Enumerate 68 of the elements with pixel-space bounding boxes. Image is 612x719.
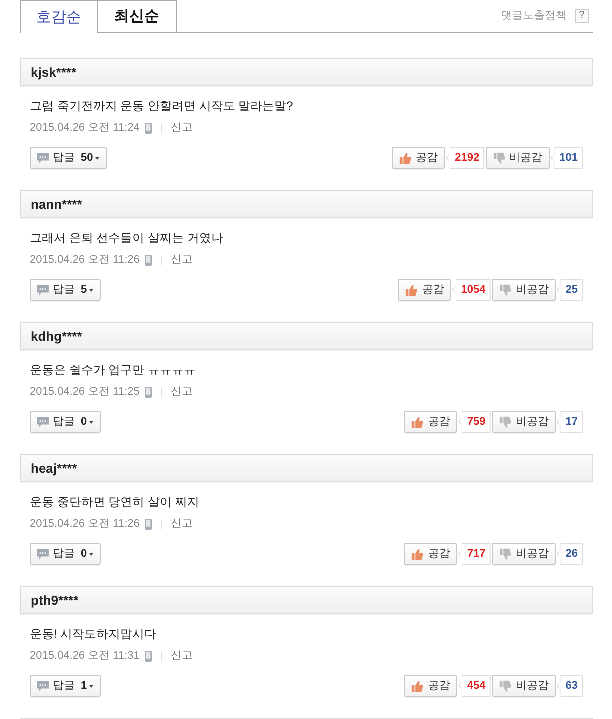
like-button[interactable]: 공감 bbox=[392, 147, 446, 169]
speech-bubble-icon bbox=[37, 548, 49, 560]
username: kdhg**** bbox=[31, 330, 82, 342]
comment-text: 그래서 은퇴 선수들이 살찌는 거였나 bbox=[30, 232, 224, 244]
username: heaj**** bbox=[31, 462, 78, 474]
report-link[interactable]: 신고 bbox=[170, 254, 193, 266]
like-button[interactable]: 공감 bbox=[398, 279, 452, 301]
comment-date: 2015.04.26 오전 11:26 bbox=[30, 518, 140, 530]
speech-bubble-icon bbox=[37, 152, 49, 164]
report-link[interactable]: 신고 bbox=[170, 386, 193, 398]
speech-bubble-icon bbox=[37, 680, 49, 692]
caret-icon bbox=[89, 288, 94, 292]
dislike-button[interactable]: 비공감 bbox=[492, 543, 556, 565]
username: kjsk**** bbox=[31, 66, 77, 78]
comment-date: 2015.04.26 오전 11:24 bbox=[30, 122, 140, 134]
comment-text: 운동! 시작도하지맙시다 bbox=[30, 628, 157, 640]
thumbs-up-icon bbox=[411, 548, 424, 560]
caret-icon bbox=[89, 684, 94, 688]
dislike-count: 101 bbox=[550, 147, 583, 169]
reply-button[interactable]: 답글 1 bbox=[30, 675, 102, 697]
thumbs-up-icon bbox=[399, 152, 412, 164]
dislike-count: 26 bbox=[556, 543, 583, 565]
report-link[interactable]: 신고 bbox=[170, 518, 193, 530]
comment-text: 운동은 쉴수가 업구만 ㅠㅠㅠㅠ bbox=[30, 364, 196, 376]
username: nann**** bbox=[31, 198, 82, 210]
sort-tab[interactable]: 최신순 bbox=[98, 0, 177, 32]
dislike-button[interactable]: 비공감 bbox=[486, 147, 550, 169]
reply-button[interactable]: 답글 50 bbox=[30, 147, 108, 169]
report-link[interactable]: 신고 bbox=[170, 650, 193, 662]
reply-button[interactable]: 답글 5 bbox=[30, 279, 102, 301]
like-button[interactable]: 공감 bbox=[404, 675, 458, 697]
caret-icon bbox=[89, 420, 94, 424]
speech-bubble-icon bbox=[37, 416, 49, 428]
thumbs-down-icon bbox=[498, 680, 512, 692]
dislike-button[interactable]: 비공감 bbox=[492, 675, 556, 697]
comment-text: 운동 중단하면 당연히 살이 찌지 bbox=[30, 496, 200, 508]
reply-button[interactable]: 답글 0 bbox=[30, 411, 102, 433]
username: pth9**** bbox=[31, 594, 79, 606]
dislike-count: 63 bbox=[556, 675, 583, 697]
comment-date: 2015.04.26 오전 11:26 bbox=[30, 254, 140, 266]
thumbs-down-icon bbox=[498, 284, 512, 296]
thumbs-up-icon bbox=[405, 284, 418, 296]
report-link[interactable]: 신고 bbox=[170, 122, 193, 134]
dislike-button[interactable]: 비공감 bbox=[492, 411, 556, 433]
thumbs-down-icon bbox=[492, 152, 506, 164]
like-count: 1054 bbox=[451, 279, 491, 301]
thumbs-up-icon bbox=[411, 416, 424, 428]
thumbs-down-icon bbox=[498, 416, 512, 428]
like-button[interactable]: 공감 bbox=[404, 411, 458, 433]
sort-tab[interactable]: 호감순 bbox=[20, 0, 98, 33]
dislike-count: 25 bbox=[556, 279, 583, 301]
help-button[interactable]: ? bbox=[575, 9, 589, 23]
like-count: 454 bbox=[457, 675, 491, 697]
speech-bubble-icon bbox=[37, 284, 49, 296]
reply-button[interactable]: 답글 0 bbox=[30, 543, 102, 565]
caret-icon bbox=[95, 156, 100, 160]
comment-date: 2015.04.26 오전 11:31 bbox=[30, 650, 140, 662]
dislike-count: 17 bbox=[556, 411, 583, 433]
like-count: 2192 bbox=[445, 147, 485, 169]
like-count: 759 bbox=[457, 411, 491, 433]
thumbs-up-icon bbox=[411, 680, 424, 692]
thumbs-down-icon bbox=[498, 548, 512, 560]
comment-text: 그럼 죽기전까지 운동 안할려면 시작도 말라는말? bbox=[30, 100, 294, 112]
like-button[interactable]: 공감 bbox=[404, 543, 458, 565]
like-count: 717 bbox=[457, 543, 491, 565]
comment-date: 2015.04.26 오전 11:25 bbox=[30, 386, 140, 398]
caret-icon bbox=[89, 552, 94, 556]
dislike-button[interactable]: 비공감 bbox=[492, 279, 556, 301]
